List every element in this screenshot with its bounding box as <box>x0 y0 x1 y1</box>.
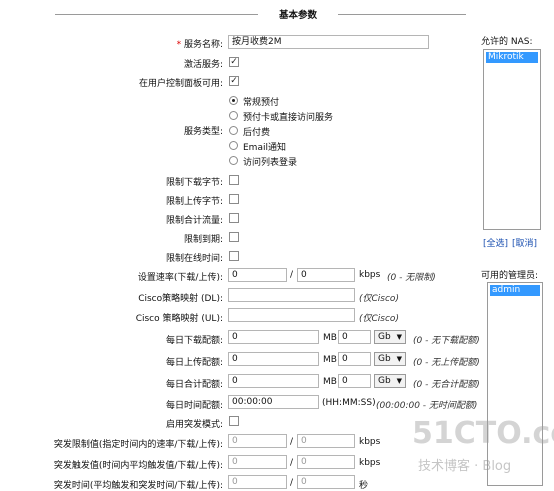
limit-download-label: 限制下载字节: <box>165 178 223 188</box>
limit-expiry-checkbox[interactable] <box>229 232 239 242</box>
rate-unit: kbps <box>359 270 381 280</box>
nas-listbox[interactable]: Mikrotik <box>483 49 541 230</box>
daily-time-hint: (00:00:00 - 无时间配额) <box>376 401 478 411</box>
rate-hint: (0 - 无限制) <box>387 273 436 283</box>
service-type-label: 服务类型: <box>183 127 223 137</box>
burst-time-separator: / <box>290 478 294 488</box>
burst-time-ul-input[interactable]: 0 <box>297 475 355 489</box>
daily-time-input[interactable]: 00:00:00 <box>228 395 319 409</box>
daily-total-mb-input[interactable]: 0 <box>228 374 319 388</box>
limit-expiry-label: 限制到期: <box>183 235 223 245</box>
burst-limit-separator: / <box>290 437 294 447</box>
daily-total-label: 每日合计配额: <box>165 380 223 390</box>
rate-download-input[interactable]: 0 <box>228 268 287 282</box>
nas-cancel-link[interactable]: [取消] <box>512 236 537 249</box>
user-panel-label: 在用户控制面板可用: <box>138 79 223 89</box>
rate-separator: / <box>290 270 294 280</box>
daily-upload-unit-select[interactable]: Gb ▼ <box>374 352 406 366</box>
watermark-subtitle: 技术博客 · Blog <box>418 459 512 474</box>
service-name-input[interactable]: 按月收费2M <box>228 35 429 49</box>
daily-upload-hint: (0 - 无上传配额) <box>413 358 480 368</box>
burst-time-dl-input[interactable]: 0 <box>228 475 287 489</box>
burst-threshold-ul-input[interactable]: 0 <box>297 455 355 469</box>
daily-download-gb-input[interactable]: 0 <box>338 330 371 344</box>
cisco-dl-hint: (仅Cisco) <box>359 294 399 304</box>
managers-list-item[interactable]: admin <box>490 285 540 296</box>
chevron-down-icon: ▼ <box>396 377 402 385</box>
daily-time-label: 每日时间配额: <box>165 401 223 411</box>
daily-total-mb-unit: MB <box>323 377 337 387</box>
burst-time-unit: 秒 <box>359 481 369 491</box>
service-type-option-label: 后付费 <box>243 128 271 138</box>
activate-service-label: 激活服务: <box>183 60 223 70</box>
burst-threshold-dl-input[interactable]: 0 <box>228 455 287 469</box>
nas-list-label: 允许的 NAS: <box>481 37 533 47</box>
limit-online-checkbox[interactable] <box>229 251 239 261</box>
activate-service-checkbox[interactable]: ✓ <box>229 57 239 67</box>
service-type-radio-prepaid[interactable] <box>229 96 238 105</box>
cisco-dl-label: Cisco策略映射 (DL): <box>138 294 223 304</box>
watermark-logo: 51CTO.com <box>412 416 554 451</box>
cisco-ul-label: Cisco 策略映射 (UL): <box>135 314 223 324</box>
rate-label: 设置速率(下载/上传): <box>137 273 223 283</box>
daily-download-unit-select[interactable]: Gb ▼ <box>374 330 406 344</box>
nas-list-item[interactable]: Mikrotik <box>486 52 538 63</box>
limit-total-checkbox[interactable] <box>229 213 239 223</box>
service-type-radio-card[interactable] <box>229 111 238 120</box>
daily-total-hint: (0 - 无合计配额) <box>413 380 480 390</box>
burst-time-label: 突发时间(平均触发和突发时间/下载/上传): <box>53 481 223 491</box>
daily-upload-mb-input[interactable]: 0 <box>228 352 319 366</box>
section-title: 基本参数 <box>258 7 338 21</box>
limit-upload-checkbox[interactable] <box>229 194 239 204</box>
daily-download-hint: (0 - 无下载配额) <box>413 336 480 346</box>
daily-total-unit-select[interactable]: Gb ▼ <box>374 374 406 388</box>
service-type-radio-acl[interactable] <box>229 156 238 165</box>
chevron-down-icon: ▼ <box>396 355 402 363</box>
daily-upload-label: 每日上传配额: <box>165 358 223 368</box>
service-type-option-label: 常规预付 <box>243 98 280 108</box>
section-divider-left <box>55 14 260 15</box>
service-type-option-label: 访问列表登录 <box>243 158 298 168</box>
daily-download-mb-unit: MB <box>323 333 337 343</box>
daily-time-format: (HH:MM:SS) <box>322 398 376 408</box>
daily-upload-gb-input[interactable]: 0 <box>338 352 371 366</box>
section-divider-right <box>336 14 466 15</box>
burst-threshold-label: 突发触发值(时间内平均触发值/下载/上传): <box>53 461 223 471</box>
rate-upload-input[interactable]: 0 <box>297 268 355 282</box>
nas-select-all-link[interactable]: [全选] <box>483 236 508 249</box>
daily-download-label: 每日下载配额: <box>165 336 223 346</box>
burst-limit-label: 突发限制值(指定时间内的速率/下载/上传): <box>53 440 223 450</box>
chevron-down-icon: ▼ <box>396 333 402 341</box>
burst-mode-label: 启用突发模式: <box>165 420 223 430</box>
service-type-option-label: 预付卡或直接访问服务 <box>243 113 334 123</box>
limit-upload-label: 限制上传字节: <box>165 197 223 207</box>
cisco-ul-hint: (仅Cisco) <box>359 314 399 324</box>
limit-total-label: 限制合计流量: <box>165 216 223 226</box>
burst-mode-checkbox[interactable] <box>229 416 239 426</box>
daily-total-gb-input[interactable]: 0 <box>338 374 371 388</box>
burst-threshold-separator: / <box>290 458 294 468</box>
burst-limit-ul-input[interactable]: 0 <box>297 434 355 448</box>
user-panel-checkbox[interactable]: ✓ <box>229 76 239 86</box>
burst-limit-dl-input[interactable]: 0 <box>228 434 287 448</box>
service-type-option-label: Email通知 <box>243 143 286 153</box>
cisco-dl-input[interactable] <box>228 288 355 302</box>
burst-limit-unit: kbps <box>359 437 381 447</box>
managers-list-label: 可用的管理员: <box>481 271 539 281</box>
service-type-radio-postpaid[interactable] <box>229 126 238 135</box>
burst-threshold-unit: kbps <box>359 458 381 468</box>
service-type-radio-email[interactable] <box>229 141 238 150</box>
limit-online-label: 限制在线时间: <box>165 254 223 264</box>
daily-upload-mb-unit: MB <box>323 355 337 365</box>
service-name-label: * 服务名称: <box>176 40 223 50</box>
cisco-ul-input[interactable] <box>228 308 355 322</box>
limit-download-checkbox[interactable] <box>229 175 239 185</box>
daily-download-mb-input[interactable]: 0 <box>228 330 319 344</box>
